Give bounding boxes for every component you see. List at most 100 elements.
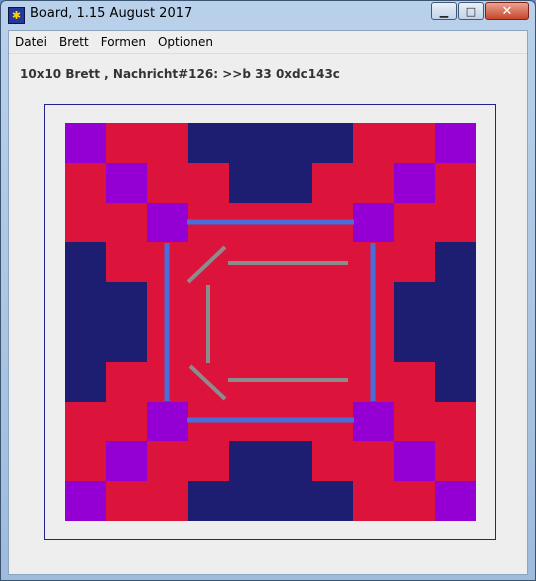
board-cell[interactable] bbox=[393, 481, 436, 521]
board-cell[interactable] bbox=[311, 242, 354, 283]
board-cell[interactable] bbox=[352, 481, 395, 521]
board-cell[interactable] bbox=[65, 481, 107, 521]
board-cell[interactable] bbox=[270, 162, 313, 204]
board-cell[interactable] bbox=[434, 322, 476, 363]
board-cell[interactable] bbox=[65, 162, 107, 204]
board-cell[interactable] bbox=[106, 242, 148, 283]
menu-datei[interactable]: Datei bbox=[9, 31, 53, 53]
board-cell[interactable] bbox=[393, 202, 436, 243]
board-cell[interactable] bbox=[147, 481, 189, 521]
board-cell[interactable] bbox=[106, 282, 148, 323]
board-cell[interactable] bbox=[147, 162, 189, 204]
board-cell[interactable] bbox=[311, 282, 354, 323]
board-cell[interactable] bbox=[229, 322, 272, 363]
board-cell[interactable] bbox=[188, 123, 230, 164]
board-cell[interactable] bbox=[270, 322, 313, 363]
board-cell[interactable] bbox=[106, 162, 148, 204]
board-cell[interactable] bbox=[352, 282, 395, 323]
board-cell[interactable] bbox=[270, 361, 313, 403]
board-cell[interactable] bbox=[229, 361, 272, 403]
board-cell[interactable] bbox=[106, 202, 148, 243]
board-cell[interactable] bbox=[434, 202, 476, 243]
board-cell[interactable] bbox=[188, 282, 230, 323]
board-cell[interactable] bbox=[270, 202, 313, 243]
board-cell[interactable] bbox=[270, 123, 313, 164]
board-cell[interactable] bbox=[311, 322, 354, 363]
board-cell[interactable] bbox=[188, 481, 230, 521]
close-button[interactable]: ✕ bbox=[485, 2, 529, 20]
board-cell[interactable] bbox=[352, 123, 395, 164]
board-cell[interactable] bbox=[270, 242, 313, 283]
board-cell[interactable] bbox=[65, 361, 107, 403]
board-cell[interactable] bbox=[393, 123, 436, 164]
board-cell[interactable] bbox=[311, 202, 354, 243]
board-cell[interactable] bbox=[65, 123, 107, 164]
board-cell[interactable] bbox=[434, 123, 476, 164]
board-cell[interactable] bbox=[352, 401, 395, 442]
board-cell[interactable] bbox=[352, 202, 395, 243]
board-cell[interactable] bbox=[147, 123, 189, 164]
board-cell[interactable] bbox=[311, 481, 354, 521]
board-cell[interactable] bbox=[229, 202, 272, 243]
board-cell[interactable] bbox=[311, 162, 354, 204]
board-cell[interactable] bbox=[434, 242, 476, 283]
maximize-button[interactable]: □ bbox=[458, 2, 484, 20]
game-board[interactable] bbox=[65, 123, 476, 521]
board-cell[interactable] bbox=[106, 123, 148, 164]
board-cell[interactable] bbox=[393, 361, 436, 403]
board-cell[interactable] bbox=[188, 441, 230, 482]
board-cell[interactable] bbox=[270, 481, 313, 521]
board-cell[interactable] bbox=[434, 481, 476, 521]
board-cell[interactable] bbox=[270, 401, 313, 442]
board-cell[interactable] bbox=[434, 401, 476, 442]
board-cell[interactable] bbox=[147, 242, 189, 283]
board-cell[interactable] bbox=[393, 441, 436, 482]
board-cell[interactable] bbox=[229, 401, 272, 442]
board-cell[interactable] bbox=[65, 282, 107, 323]
board-cell[interactable] bbox=[352, 441, 395, 482]
board-cell[interactable] bbox=[188, 401, 230, 442]
board-cell[interactable] bbox=[352, 242, 395, 283]
board-cell[interactable] bbox=[65, 401, 107, 442]
board-cell[interactable] bbox=[229, 242, 272, 283]
board-cell[interactable] bbox=[434, 361, 476, 403]
board-cell[interactable] bbox=[393, 322, 436, 363]
board-cell[interactable] bbox=[65, 202, 107, 243]
menu-formen[interactable]: Formen bbox=[95, 31, 152, 53]
board-cell[interactable] bbox=[434, 441, 476, 482]
board-cell[interactable] bbox=[188, 322, 230, 363]
board-cell[interactable] bbox=[434, 162, 476, 204]
board-cell[interactable] bbox=[352, 361, 395, 403]
board-cell[interactable] bbox=[311, 441, 354, 482]
board-cell[interactable] bbox=[65, 322, 107, 363]
board-cell[interactable] bbox=[147, 282, 189, 323]
board-cell[interactable] bbox=[270, 282, 313, 323]
board-cell[interactable] bbox=[311, 123, 354, 164]
menu-brett[interactable]: Brett bbox=[53, 31, 95, 53]
minimize-button[interactable]: ▁ bbox=[431, 2, 457, 20]
board-cell[interactable] bbox=[188, 162, 230, 204]
board-cell[interactable] bbox=[106, 322, 148, 363]
board-cell[interactable] bbox=[147, 401, 189, 442]
board-cell[interactable] bbox=[188, 202, 230, 243]
board-cell[interactable] bbox=[229, 481, 272, 521]
board-cell[interactable] bbox=[229, 282, 272, 323]
board-cell[interactable] bbox=[106, 481, 148, 521]
board-cell[interactable] bbox=[393, 242, 436, 283]
board-cell[interactable] bbox=[147, 441, 189, 482]
board-cell[interactable] bbox=[393, 282, 436, 323]
board-cell[interactable] bbox=[147, 322, 189, 363]
board-cell[interactable] bbox=[106, 361, 148, 403]
board-cell[interactable] bbox=[188, 361, 230, 403]
board-cell[interactable] bbox=[352, 162, 395, 204]
title-bar[interactable]: ✱ Board, 1.15 August 2017 ▁ □ ✕ bbox=[1, 1, 535, 29]
board-cell[interactable] bbox=[434, 282, 476, 323]
board-cell[interactable] bbox=[147, 361, 189, 403]
board-cell[interactable] bbox=[393, 401, 436, 442]
board-cell[interactable] bbox=[311, 361, 354, 403]
board-cell[interactable] bbox=[106, 401, 148, 442]
board-cell[interactable] bbox=[147, 202, 189, 243]
board-cell[interactable] bbox=[229, 441, 272, 482]
board-cell[interactable] bbox=[188, 242, 230, 283]
menu-optionen[interactable]: Optionen bbox=[152, 31, 219, 53]
